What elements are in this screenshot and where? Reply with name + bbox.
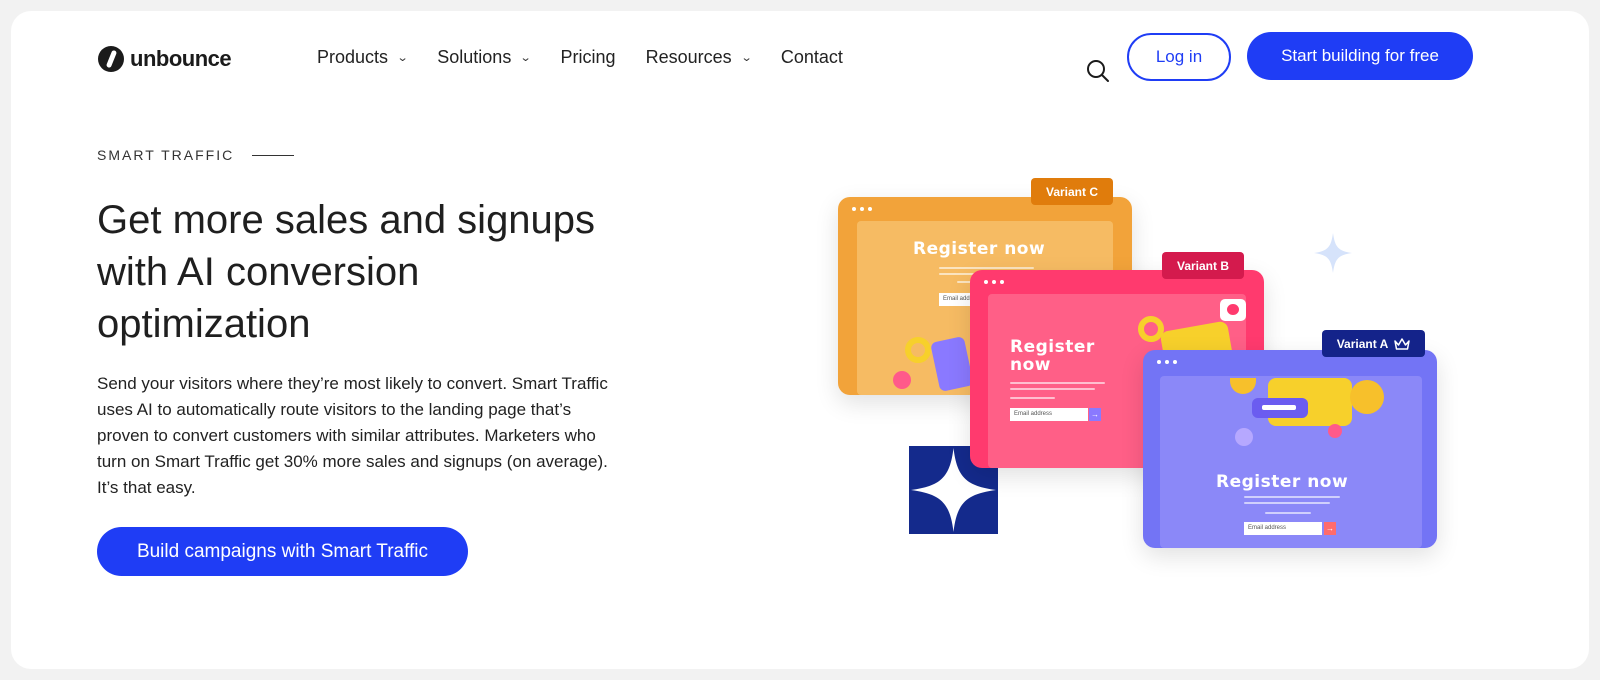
window-dots-icon — [852, 207, 872, 211]
chevron-down-icon: ⌄ — [519, 52, 532, 64]
variant-a-tag-label: Variant A — [1336, 336, 1389, 351]
headline-line: with AI conversion — [97, 250, 420, 294]
description-line: turn on Smart Traffic get 30% more sales… — [97, 452, 608, 471]
phone-shape — [930, 336, 974, 392]
description-line: It’s that easy. — [97, 478, 196, 497]
chevron-down-icon: ⌄ — [740, 52, 753, 64]
login-button[interactable]: Log in — [1127, 33, 1231, 81]
sparkle-icon — [1314, 233, 1352, 273]
variant-b-email-field: Email address — [1010, 408, 1088, 421]
main-nav: Products ⌄ Solutions ⌄ Pricing Resources… — [317, 47, 873, 68]
ball-shape — [1235, 428, 1253, 446]
page-frame: unbounce Products ⌄ Solutions ⌄ Pricing … — [11, 11, 1589, 669]
emoji-icon — [1230, 378, 1256, 394]
headline-line: Get more sales and signups — [97, 198, 596, 242]
ball-shape — [1328, 424, 1342, 438]
nav-item-pricing[interactable]: Pricing — [561, 47, 616, 68]
eyebrow-divider — [252, 154, 295, 156]
variant-c-tag: Variant C — [1031, 178, 1113, 205]
variant-b-heading: Register now — [1010, 337, 1095, 375]
variant-a-card: Register now Email address → — [1143, 350, 1437, 548]
nav-item-resources[interactable]: Resources ⌄ — [645, 47, 753, 68]
ball-shape — [893, 371, 911, 389]
logo-wordmark: unbounce — [130, 46, 232, 71]
nav-item-label: Contact — [780, 47, 843, 67]
laughing-emoji-icon — [1350, 380, 1384, 414]
chat-bubble-icon — [1252, 398, 1308, 418]
variant-b-tag: Variant B — [1162, 252, 1244, 279]
nav-item-label: Products — [317, 47, 389, 67]
description-line: proven to convert customers with similar… — [97, 426, 596, 445]
description-line: Send your visitors where they’re most li… — [97, 374, 608, 393]
variant-a-tag: Variant A — [1322, 330, 1425, 357]
ring-shape — [1138, 316, 1164, 342]
eyebrow: SMART TRAFFIC — [97, 147, 295, 163]
nav-item-label: Solutions — [437, 47, 512, 67]
arrow-right-icon: → — [1324, 522, 1336, 535]
search-icon[interactable] — [1086, 59, 1110, 83]
variant-a-email-field: Email address — [1244, 522, 1322, 535]
nav-item-label: Resources — [645, 47, 732, 67]
start-building-button[interactable]: Start building for free — [1247, 32, 1473, 80]
nav-item-products[interactable]: Products ⌄ — [317, 47, 409, 68]
nav-item-label: Pricing — [560, 47, 616, 67]
logo-mark-icon — [98, 46, 124, 72]
eyebrow-label: SMART TRAFFIC — [97, 147, 235, 163]
smart-traffic-cta-button[interactable]: Build campaigns with Smart Traffic — [97, 527, 468, 576]
heart-bubble-icon — [1220, 299, 1246, 321]
window-dots-icon — [984, 280, 1004, 284]
nav-item-solutions[interactable]: Solutions ⌄ — [437, 47, 532, 68]
chevron-down-icon: ⌄ — [396, 52, 409, 64]
arrow-right-icon: → — [1089, 408, 1101, 421]
nav-item-contact[interactable]: Contact — [781, 47, 843, 68]
description-line: uses AI to automatically route visitors … — [97, 400, 572, 419]
variant-a-content: Register now Email address → — [1160, 376, 1422, 548]
window-dots-icon — [1157, 360, 1177, 364]
unbounce-logo[interactable]: unbounce — [98, 46, 232, 72]
crown-icon — [1394, 337, 1411, 350]
variant-c-heading: Register now — [913, 239, 1046, 259]
hero-description: Send your visitors where they’re most li… — [97, 371, 657, 501]
page-title: Get more sales and signups with AI conve… — [97, 194, 697, 350]
variant-a-heading: Register now — [1216, 472, 1349, 492]
headline-line: optimization — [97, 302, 311, 346]
ring-shape — [905, 337, 931, 363]
